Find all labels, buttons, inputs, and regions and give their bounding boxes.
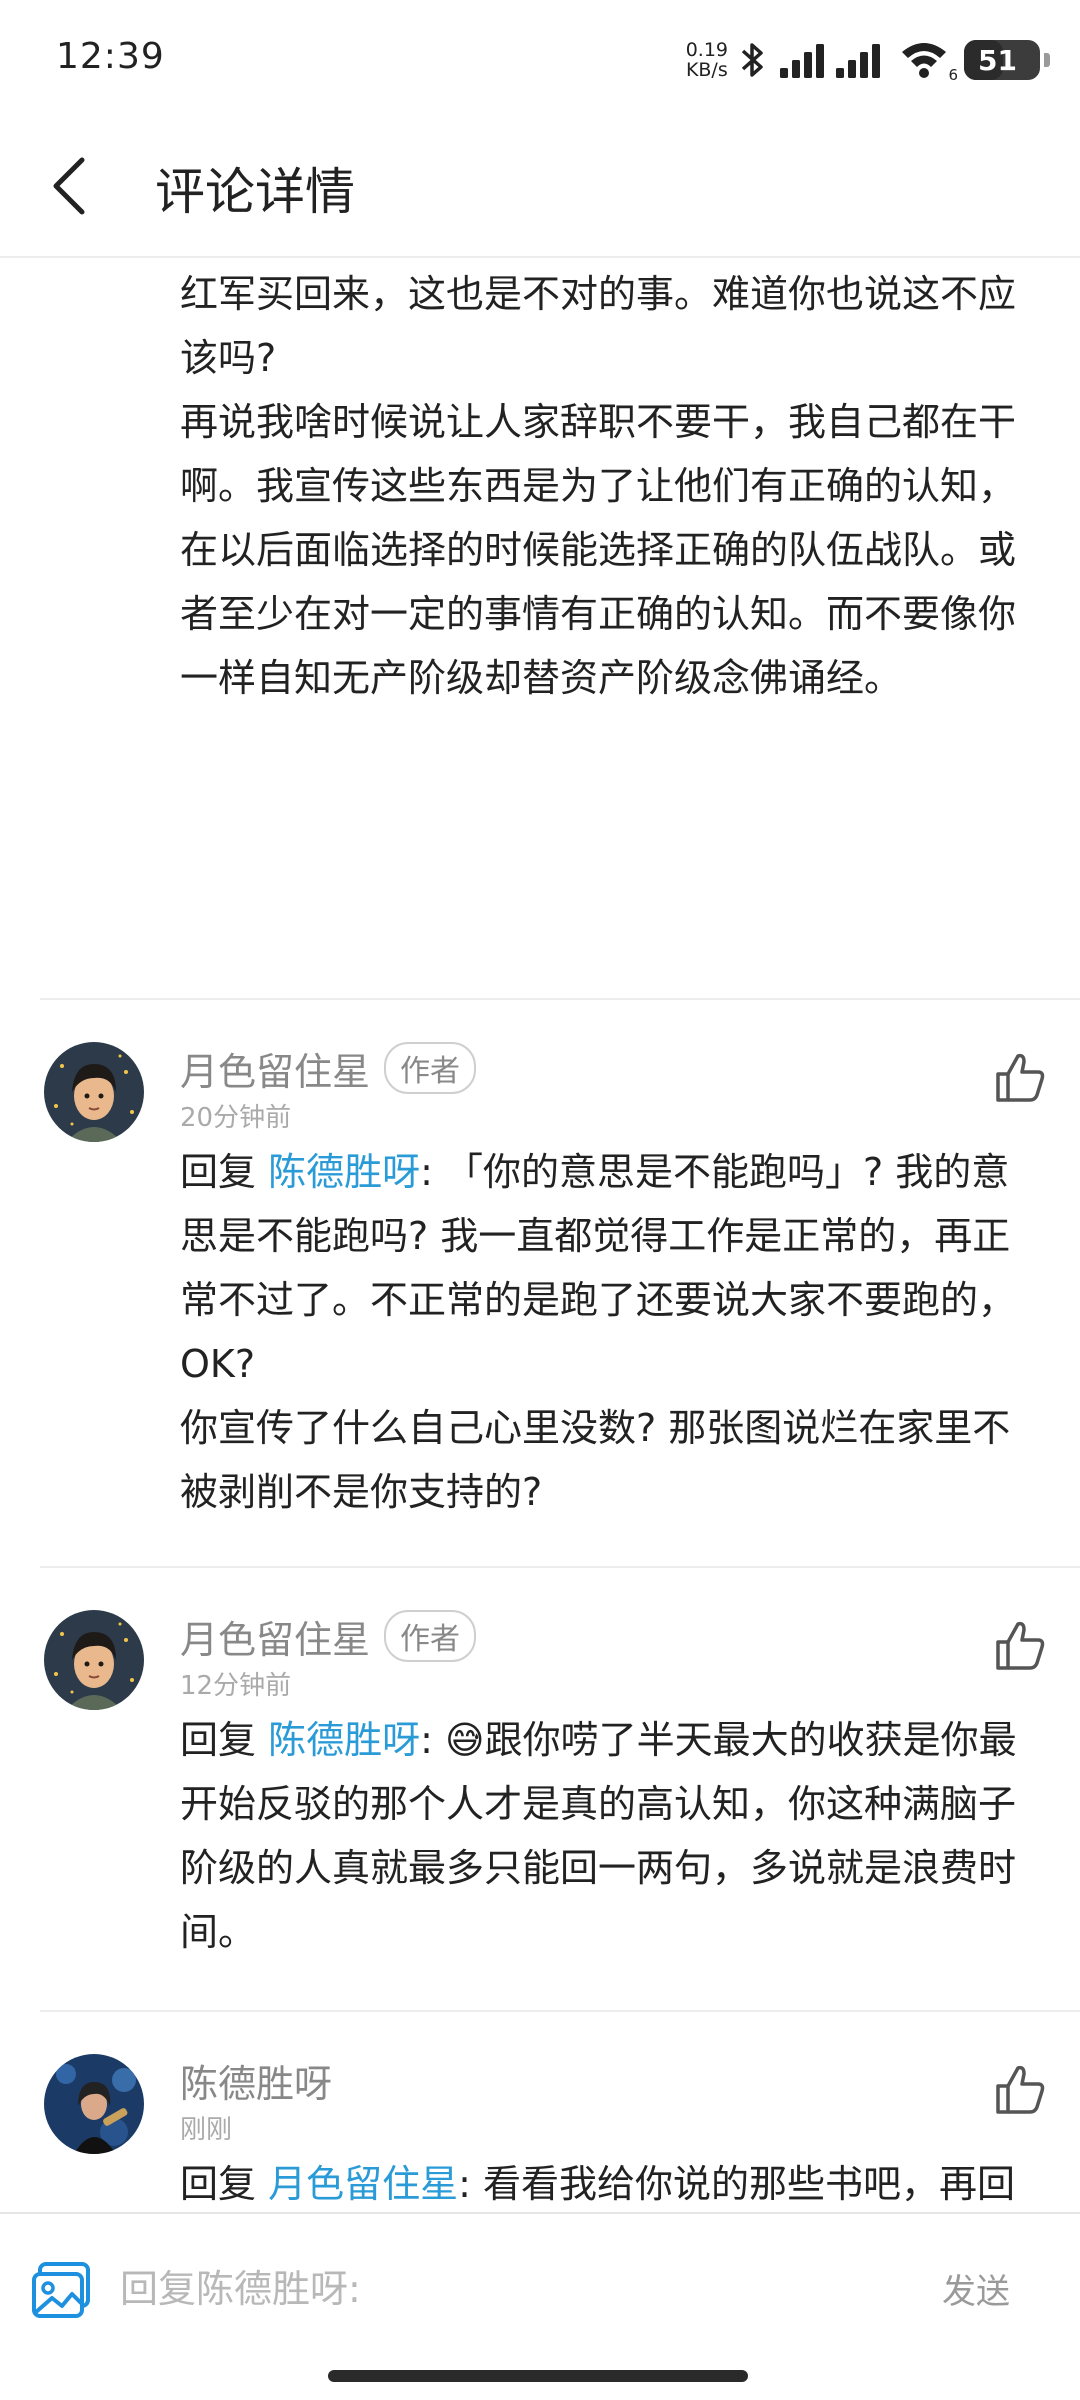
send-button[interactable]: 发送 <box>942 2264 1010 2313</box>
reply-prefix: 回复 <box>180 2162 269 2206</box>
like-button[interactable] <box>990 1616 1050 1676</box>
thumbs-up-icon <box>996 2065 1045 2114</box>
comment-time: 12分钟前 <box>180 1671 292 1701</box>
avatar[interactable] <box>44 1610 144 1710</box>
back-arrow-icon <box>53 157 85 215</box>
thumbs-up-icon <box>996 1621 1045 1670</box>
mention-link[interactable]: 陈德胜呀 <box>268 1718 420 1762</box>
comment-text[interactable]: 回复 月色留住星: 看看我给你说的那些书吧，再回头看你这些言论，你自有认知。 <box>180 2152 1040 2210</box>
page-title: 评论详情 <box>155 163 355 221</box>
parent-comment: 红军买回来，这也是不对的事。难道你也说这不应该吗? 再说我啥时候说让人家辞职不要… <box>40 260 1080 1000</box>
comment-time: 20分钟前 <box>180 1103 292 1133</box>
like-button[interactable] <box>990 2060 1050 2120</box>
image-icon <box>32 2262 90 2318</box>
list-item: 月色留住星 作者 12分钟前 回复 陈德胜呀: 😅跟你唠了半天最大的收获是你最开… <box>40 1568 1080 2012</box>
author-name[interactable]: 陈德胜呀 <box>180 2053 332 2108</box>
comment-thread[interactable]: 红军买回来，这也是不对的事。难道你也说这不应该吗? 再说我啥时候说让人家辞职不要… <box>0 260 1080 2210</box>
status-time: 12:39 <box>56 36 165 77</box>
net-speed-value: 0.19 <box>685 39 728 61</box>
author-name[interactable]: 月色留住星 <box>180 1041 370 1096</box>
battery-icon: 51 <box>964 40 1050 80</box>
reply-prefix: 回复 <box>180 1150 269 1194</box>
author-row: 陈德胜呀 <box>180 2052 1080 2108</box>
thumbs-up-icon <box>996 1053 1045 1102</box>
back-button[interactable] <box>30 146 110 226</box>
comment-time: 刚刚 <box>180 2115 233 2145</box>
author-name[interactable]: 月色留住星 <box>180 1609 370 1664</box>
author-badge: 作者 <box>384 1042 477 1094</box>
avatar[interactable] <box>44 2054 144 2154</box>
net-speed: 0.19 KB/s <box>686 40 728 80</box>
battery-cap <box>1044 53 1050 67</box>
reply-bar: 发送 <box>0 2212 1080 2400</box>
image-button[interactable] <box>30 2258 94 2322</box>
net-speed-unit: KB/s <box>685 59 728 81</box>
home-indicator[interactable] <box>328 2370 748 2382</box>
mention-link[interactable]: 陈德胜呀 <box>268 1150 420 1194</box>
wifi-icon: 6 <box>900 40 958 84</box>
author-row: 月色留住星 作者 <box>180 1040 1080 1096</box>
like-button[interactable] <box>990 1048 1050 1108</box>
status-icons: 0.19 KB/s 6 51 <box>686 32 1050 88</box>
reply-prefix: 回复 <box>180 1718 269 1762</box>
reply-input[interactable] <box>120 2254 900 2324</box>
list-item: 陈德胜呀 刚刚 回复 月色留住星: 看看我给你说的那些书吧，再回头看你这些言论，… <box>40 2012 1080 2210</box>
author-badge: 作者 <box>384 1610 477 1662</box>
wifi-label: 6 <box>948 66 958 84</box>
comment-text[interactable]: 回复 陈德胜呀: 「你的意思是不能跑吗」? 我的意思是不能跑吗? 我一直都觉得工… <box>180 1140 1040 1524</box>
battery-text: 51 <box>978 43 1017 77</box>
status-bar: 12:39 0.19 KB/s 6 51 <box>0 0 1080 120</box>
comment-content: : 「你的意思是不能跑吗」? 我的意思是不能跑吗? 我一直都觉得工作是正常的，再… <box>180 1150 1017 1514</box>
bluetooth-icon <box>741 43 763 77</box>
list-item: 月色留住星 作者 20分钟前 回复 陈德胜呀: 「你的意思是不能跑吗」? 我的意… <box>40 1000 1080 1568</box>
signal-icon <box>780 44 880 78</box>
parent-comment-text: 红军买回来，这也是不对的事。难道你也说这不应该吗? 再说我啥时候说让人家辞职不要… <box>180 272 1017 700</box>
comment-text[interactable]: 回复 陈德胜呀: 😅跟你唠了半天最大的收获是你最开始反驳的那个人才是真的高认知，… <box>180 1708 1040 1964</box>
mention-link[interactable]: 月色留住星 <box>268 2162 458 2206</box>
author-row: 月色留住星 作者 <box>180 1608 1080 1664</box>
avatar[interactable] <box>44 1042 144 1142</box>
header: 评论详情 <box>0 120 1080 258</box>
